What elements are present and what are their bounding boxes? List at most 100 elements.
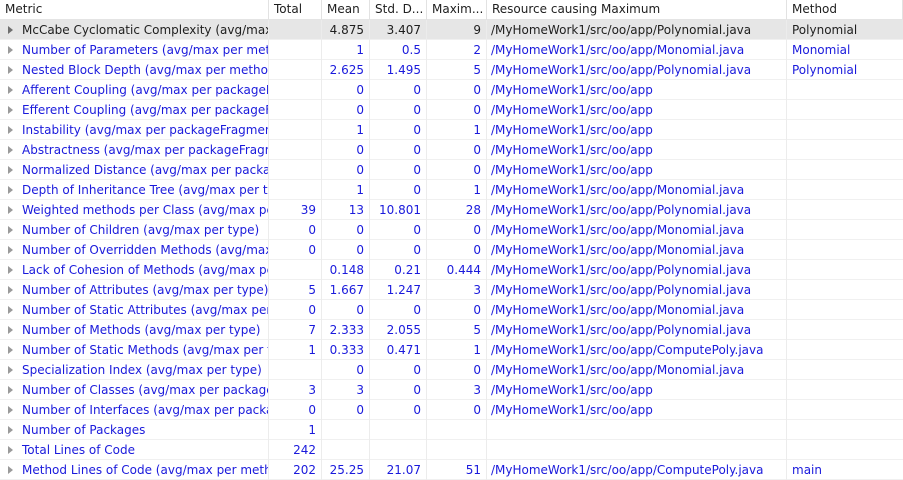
table-row[interactable]: Afferent Coupling (avg/max per packageF 0… — [0, 80, 903, 100]
expand-arrow-icon[interactable] — [8, 126, 13, 134]
mean-cell: 2.625 — [322, 60, 370, 80]
expand-arrow-icon[interactable] — [8, 286, 13, 294]
table-row[interactable]: Method Lines of Code (avg/max per meth 20… — [0, 460, 903, 480]
std-dev-cell: 0 — [370, 220, 427, 240]
maximum-cell: 0 — [427, 240, 487, 260]
std-dev-cell: 0.21 — [370, 260, 427, 280]
table-row[interactable]: Number of Classes (avg/max per package 3 3… — [0, 380, 903, 400]
mean-cell: 0 — [322, 300, 370, 320]
table-row[interactable]: Specialization Index (avg/max per type) 0… — [0, 360, 903, 380]
table-row[interactable]: Number of Packages 1 — [0, 420, 903, 440]
table-row[interactable]: Number of Attributes (avg/max per type) 5… — [0, 280, 903, 300]
maximum-cell: 0 — [427, 360, 487, 380]
total-cell — [269, 60, 322, 80]
total-cell: 3 — [269, 380, 322, 400]
maximum-cell: 0 — [427, 160, 487, 180]
column-header-mean[interactable]: Mean — [322, 0, 370, 20]
column-header-resource[interactable]: Resource causing Maximum — [487, 0, 787, 20]
method-cell — [787, 320, 903, 340]
std-dev-cell: 0 — [370, 80, 427, 100]
method-cell — [787, 260, 903, 280]
expand-arrow-icon[interactable] — [8, 386, 13, 394]
table-row[interactable]: Number of Parameters (avg/max per meth 1 0… — [0, 40, 903, 60]
metric-label: Number of Static Methods (avg/max per t — [22, 343, 269, 357]
table-row[interactable]: Total Lines of Code 242 — [0, 440, 903, 460]
expand-arrow-icon[interactable] — [8, 306, 13, 314]
metric-cell: Number of Methods (avg/max per type) — [0, 320, 269, 340]
table-row[interactable]: Number of Static Attributes (avg/max per… — [0, 300, 903, 320]
maximum-cell: 0 — [427, 220, 487, 240]
metric-cell: Efferent Coupling (avg/max per packageFr — [0, 100, 269, 120]
mean-cell: 0 — [322, 80, 370, 100]
expand-arrow-icon[interactable] — [8, 466, 13, 474]
maximum-cell: 1 — [427, 340, 487, 360]
expand-arrow-icon[interactable] — [8, 186, 13, 194]
metric-cell: Number of Parameters (avg/max per meth — [0, 40, 269, 60]
table-row[interactable]: Normalized Distance (avg/max per packag 0… — [0, 160, 903, 180]
method-cell: Polynomial — [792, 63, 858, 77]
metric-cell: Number of Attributes (avg/max per type) — [0, 280, 269, 300]
table-row[interactable]: Weighted methods per Class (avg/max pe 39… — [0, 200, 903, 220]
metric-label: Number of Overridden Methods (avg/max — [22, 243, 269, 257]
maximum-cell: 5 — [427, 320, 487, 340]
expand-arrow-icon[interactable] — [8, 366, 13, 374]
table-row[interactable]: McCabe Cyclomatic Complexity (avg/max 4.8… — [0, 20, 903, 40]
maximum-cell: 0 — [427, 140, 487, 160]
expand-arrow-icon[interactable] — [8, 346, 13, 354]
method-cell — [787, 220, 903, 240]
expand-arrow-icon[interactable] — [8, 446, 13, 454]
expand-arrow-icon[interactable] — [8, 166, 13, 174]
expand-arrow-icon[interactable] — [8, 406, 13, 414]
column-header-maximum[interactable]: Maxim... — [427, 0, 487, 20]
table-row[interactable]: Abstractness (avg/max per packageFragm 0 0… — [0, 140, 903, 160]
table-row[interactable]: Number of Static Methods (avg/max per t1… — [0, 340, 903, 360]
mean-cell: 4.875 — [322, 20, 370, 40]
method-cell — [787, 180, 903, 200]
expand-arrow-icon[interactable] — [8, 66, 13, 74]
resource-cell: /MyHomeWork1/src/oo/app/Monomial.java — [487, 180, 787, 200]
std-dev-cell: 0 — [370, 120, 427, 140]
total-cell: 0 — [269, 300, 322, 320]
table-row[interactable]: Lack of Cohesion of Methods (avg/max pe 0… — [0, 260, 903, 280]
table-row[interactable]: Depth of Inheritance Tree (avg/max per t… — [0, 180, 903, 200]
column-header-total[interactable]: Total — [269, 0, 322, 20]
expand-arrow-icon[interactable] — [8, 426, 13, 434]
total-cell — [269, 160, 322, 180]
expand-arrow-icon[interactable] — [8, 206, 13, 214]
expand-arrow-icon[interactable] — [8, 246, 13, 254]
mean-cell: 1 — [322, 120, 370, 140]
metric-label: Lack of Cohesion of Methods (avg/max pe — [22, 263, 269, 277]
method-cell — [787, 420, 903, 440]
total-cell: 1 — [269, 340, 322, 360]
expand-arrow-icon[interactable] — [8, 86, 13, 94]
metric-label: Number of Methods (avg/max per type) — [22, 323, 261, 337]
expand-arrow-icon[interactable] — [8, 326, 13, 334]
table-row[interactable]: Instability (avg/max per packageFragment… — [0, 120, 903, 140]
expand-arrow-icon[interactable] — [8, 46, 13, 54]
column-header-method[interactable]: Method — [787, 0, 903, 20]
expand-arrow-icon[interactable] — [8, 226, 13, 234]
table-row[interactable]: Nested Block Depth (avg/max per methoc 2.… — [0, 60, 903, 80]
metric-label: Depth of Inheritance Tree (avg/max per t… — [22, 183, 269, 197]
column-header-metric[interactable]: Metric — [0, 0, 269, 20]
table-row[interactable]: Number of Methods (avg/max per type) 7 2.3… — [0, 320, 903, 340]
expand-arrow-icon[interactable] — [8, 266, 13, 274]
method-cell — [787, 280, 903, 300]
metric-label: Method Lines of Code (avg/max per meth — [22, 463, 269, 477]
mean-cell: 13 — [322, 200, 370, 220]
std-dev-cell: 0 — [370, 240, 427, 260]
resource-cell: /MyHomeWork1/src/oo/app — [487, 80, 787, 100]
table-row[interactable]: Number of Interfaces (avg/max per packa 0… — [0, 400, 903, 420]
resource-cell: /MyHomeWork1/src/oo/app/Polynomial.java — [487, 320, 787, 340]
total-cell: 0 — [269, 220, 322, 240]
expand-arrow-icon[interactable] — [8, 106, 13, 114]
mean-cell: 0.333 — [322, 340, 370, 360]
total-cell: 1 — [269, 420, 322, 440]
expand-arrow-icon[interactable] — [8, 26, 13, 34]
expand-arrow-icon[interactable] — [8, 146, 13, 154]
table-row[interactable]: Efferent Coupling (avg/max per packageFr… — [0, 100, 903, 120]
table-row[interactable]: Number of Children (avg/max per type) 0 0 0… — [0, 220, 903, 240]
column-header-std-dev[interactable]: Std. D... — [370, 0, 427, 20]
metric-cell: Number of Interfaces (avg/max per packa — [0, 400, 269, 420]
table-row[interactable]: Number of Overridden Methods (avg/max 0 0 0… — [0, 240, 903, 260]
